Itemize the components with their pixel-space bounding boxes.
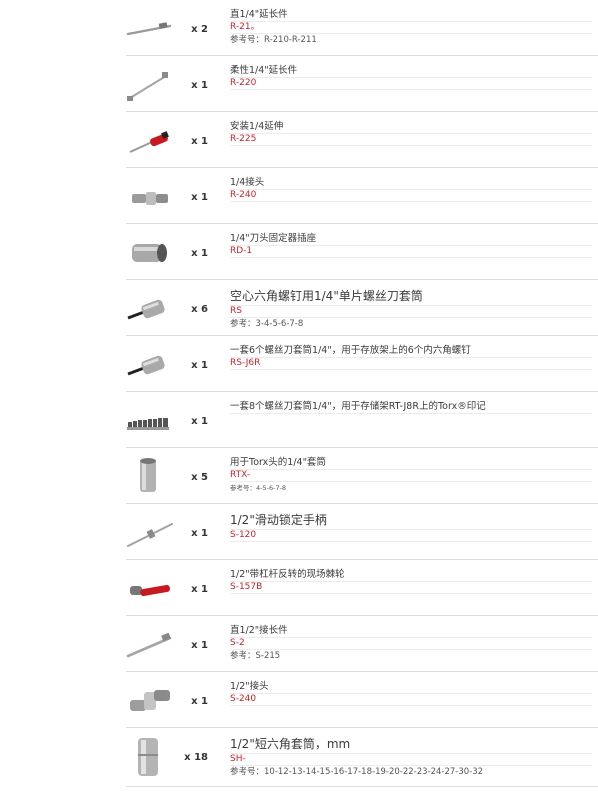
item-reference: 参考号：R-210-R-211: [230, 35, 317, 45]
item-name: 安装1/4延伸: [230, 121, 592, 134]
quantity: x 1: [191, 136, 208, 147]
list-item: x 2 直1/4"延长件 R-21。 参考号：R-210-R-211: [126, 0, 598, 56]
item-code: R-240: [230, 190, 592, 202]
list-item: x 1 一套6个螺丝刀套筒1/4"，用于存放架上的6个内六角螺钉 RS-J6R: [126, 336, 598, 392]
item-code: SH-: [230, 754, 592, 766]
item-name: 1/2"带杠杆反转的现场棘轮: [230, 569, 592, 582]
extension-bar-icon: [126, 6, 174, 50]
torx-bit-set-icon: [126, 398, 174, 442]
item-name: 1/4"刀头固定器插座: [230, 233, 592, 246]
item-name: 1/2"接头: [230, 681, 592, 694]
item-code: S-240: [230, 694, 592, 706]
list-item: x 1 1/2"滑动锁定手柄 S-120: [126, 504, 598, 560]
list-item: x 1 安装1/4延伸 R-225: [126, 112, 598, 168]
item-name: 柔性1/4"延长件: [230, 65, 592, 78]
list-item: x 1 直1/2"接长件 S-2 参考：S-215: [126, 616, 598, 672]
quantity: x 1: [191, 80, 208, 91]
item-reference: 参考：S-215: [230, 651, 281, 661]
quantity: x 1: [191, 248, 208, 259]
item-code: RS-J6R: [230, 358, 592, 370]
quantity: x 5: [191, 472, 208, 483]
item-name: 一套6个螺丝刀套筒1/4"，用于存放架上的6个内六角螺钉: [230, 345, 592, 358]
item-code: S-120: [230, 530, 592, 542]
list-item: x 1 1/2"接头 S-240: [126, 672, 598, 728]
item-reference: 参考号：4-5-6-7-8: [230, 484, 287, 492]
item-name: 直1/4"延长件: [230, 9, 592, 22]
universal-joint-icon: [126, 678, 174, 722]
quantity: x 1: [191, 360, 208, 371]
quantity: x 1: [191, 528, 208, 539]
quantity: x 6: [191, 304, 208, 315]
item-name: 一套8个螺丝刀套筒1/4"，用于存储架RT-J8R上的Torx®印记: [230, 401, 592, 414]
item-code: RTX-: [230, 470, 592, 482]
item-name: 直1/2"接长件: [230, 625, 592, 638]
quantity: x 1: [191, 192, 208, 203]
hex-socket-icon: [126, 734, 174, 778]
list-item: x 5 用于Torx头的1/4"套筒 RTX- 参考号：4-5-6-7-8: [126, 448, 598, 504]
quantity: x 18: [184, 752, 208, 763]
universal-joint-icon: [126, 174, 174, 218]
item-name: 1/4接头: [230, 177, 592, 190]
item-code: R-220: [230, 78, 592, 90]
screwdriver-handle-icon: [126, 118, 174, 162]
list-item: x 18 1/2"短六角套筒，mm SH- 参考号：10-12-13-14-15…: [126, 728, 598, 787]
list-item: x 1 一套8个螺丝刀套筒1/4"，用于存储架RT-J8R上的Torx®印记: [126, 392, 598, 448]
item-name: 空心六角螺钉用1/4"单片螺丝刀套筒: [230, 289, 592, 306]
ratchet-icon: [126, 566, 174, 610]
item-code: S-157B: [230, 582, 592, 594]
item-reference: 参考：3-4-5-6-7-8: [230, 319, 304, 329]
quantity: x 2: [191, 24, 208, 35]
item-name: 用于Torx头的1/4"套筒: [230, 457, 592, 470]
parts-list: x 2 直1/4"延长件 R-21。 参考号：R-210-R-211 x 1 柔…: [126, 0, 598, 787]
hex-bit-socket-icon: [126, 342, 174, 386]
extension-bar-icon: [126, 622, 174, 666]
list-item: x 1 1/4"刀头固定器插座 RD-1: [126, 224, 598, 280]
item-reference: 参考号：10-12-13-14-15-16-17-18-19-20-22-23-…: [230, 767, 484, 777]
item-code: S-2: [230, 638, 592, 650]
torx-socket-icon: [126, 454, 174, 498]
list-item: x 1 1/4接头 R-240: [126, 168, 598, 224]
item-code: R-21。: [230, 22, 592, 34]
list-item: x 1 柔性1/4"延长件 R-220: [126, 56, 598, 112]
list-item: x 6 空心六角螺钉用1/4"单片螺丝刀套筒 RS 参考：3-4-5-6-7-8: [126, 280, 598, 336]
quantity: x 1: [191, 416, 208, 427]
item-name: 1/2"滑动锁定手柄: [230, 513, 592, 530]
quantity: x 1: [191, 696, 208, 707]
item-name: 1/2"短六角套筒，mm: [230, 737, 592, 754]
item-code: R-225: [230, 134, 592, 146]
list-item: x 1 1/2"带杠杆反转的现场棘轮 S-157B: [126, 560, 598, 616]
sliding-t-handle-icon: [126, 510, 174, 554]
item-code: RS: [230, 306, 592, 318]
hex-bit-socket-icon: [126, 286, 174, 330]
quantity: x 1: [191, 584, 208, 595]
item-code: RD-1: [230, 246, 592, 258]
flexible-extension-icon: [126, 62, 174, 106]
bit-holder-socket-icon: [126, 230, 174, 274]
quantity: x 1: [191, 640, 208, 651]
